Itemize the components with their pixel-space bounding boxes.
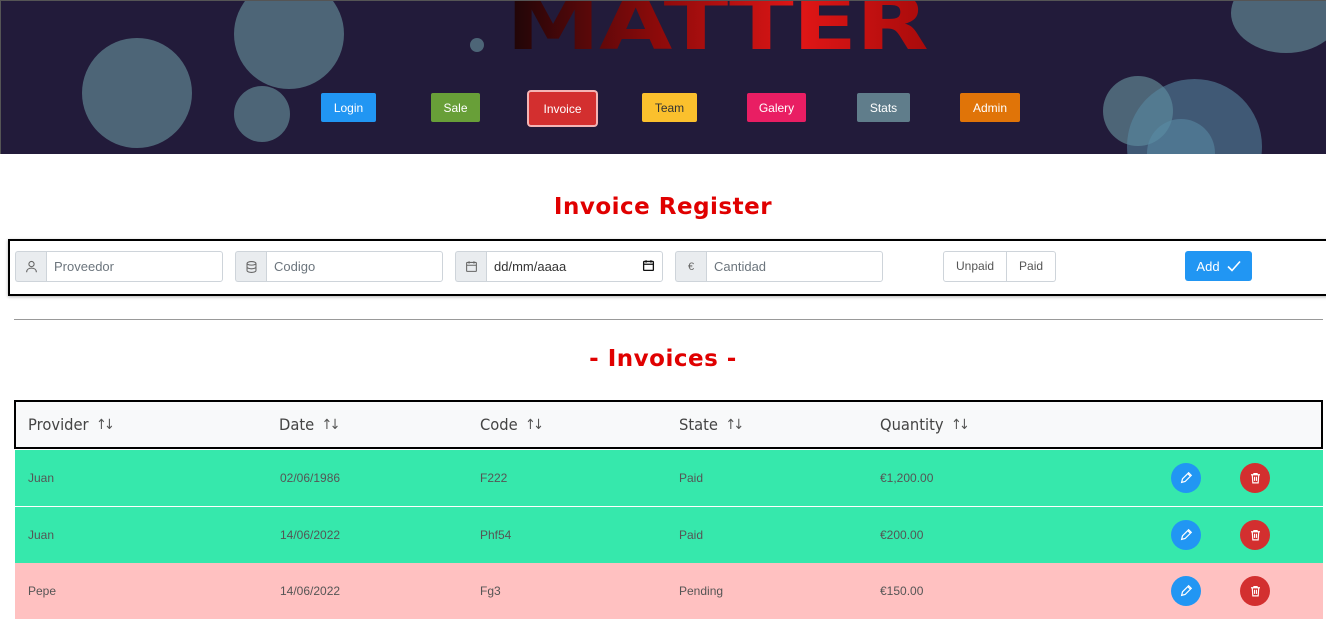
column-header-provider[interactable]: Provider ↑↓ [28,415,115,434]
trash-icon [1250,585,1260,597]
edit-button[interactable] [1171,576,1201,606]
sort-icon[interactable]: ↑↓ [951,417,970,433]
state-option-paid[interactable]: Paid [1007,251,1057,282]
column-label: State [679,415,718,434]
column-header-date[interactable]: Date ↑↓ [279,415,341,434]
nav-sale-button[interactable]: Sale [431,93,480,122]
cell-quantity: €1,200.00 [880,471,934,485]
cell-state: Paid [679,471,704,485]
edit-button[interactable] [1171,463,1201,493]
check-icon [1226,260,1241,272]
nav-team-button[interactable]: Team [642,93,697,122]
table-header: Provider ↑↓ Date ↑↓ Code ↑↓ State ↑↓ Quantit… [14,400,1323,449]
sort-icon[interactable]: ↑↓ [96,417,115,433]
cell-date: 02/06/1986 [280,471,341,485]
decor-bubble [234,1,344,89]
pencil-icon [1180,584,1193,597]
column-label: Code [480,415,518,434]
cell-date: 14/06/2022 [280,584,341,598]
table-row: Pepe 14/06/2022 Fg3 Pending €150.00 [15,563,1323,620]
cell-state: Paid [679,528,704,542]
delete-button[interactable] [1240,576,1270,606]
quantity-input[interactable] [706,251,883,282]
add-invoice-button[interactable]: Add [1185,251,1252,281]
trash-icon [1250,529,1260,541]
calendar-picker-icon[interactable] [642,259,655,275]
calendar-icon [455,251,486,282]
cell-state: Pending [679,584,724,598]
nav-invoice-button[interactable]: Invoice [529,92,596,125]
state-option-unpaid[interactable]: Unpaid [943,251,1008,282]
trash-icon [1250,472,1260,484]
invoices-title: - Invoices - [589,346,737,372]
sort-icon[interactable]: ↑↓ [525,417,544,433]
pencil-icon [1180,471,1193,484]
quantity-input-group: € [675,251,883,282]
nav-login-button[interactable]: Login [321,93,376,122]
app-header: MATTER Login Sale Invoice Team Galery St… [0,0,1326,154]
provider-input[interactable] [46,251,223,282]
edit-button[interactable] [1171,520,1201,550]
cell-provider: Juan [28,471,55,485]
cell-quantity: €150.00 [880,584,924,598]
table-row: Juan 02/06/1986 F222 Paid €1,200.00 [15,450,1323,507]
sort-icon[interactable]: ↑↓ [725,417,744,433]
column-label: Quantity [880,415,944,434]
delete-button[interactable] [1240,463,1270,493]
code-input-group [235,251,443,282]
delete-button[interactable] [1240,520,1270,550]
decor-bubble [470,38,484,52]
date-input-group: dd/mm/aaaa [455,251,663,282]
date-input-value: dd/mm/aaaa [494,259,567,274]
add-button-label: Add [1196,258,1220,274]
sort-icon[interactable]: ↑↓ [322,417,341,433]
date-input[interactable]: dd/mm/aaaa [486,251,663,282]
state-selector: Unpaid Paid [943,251,1057,282]
nav-stats-button[interactable]: Stats [857,93,910,122]
cell-provider: Pepe [28,584,57,598]
section-divider [14,319,1323,320]
cell-date: 14/06/2022 [280,528,341,542]
user-icon [15,251,46,282]
nav-galery-button[interactable]: Galery [747,93,806,122]
invoice-register-title: Invoice Register [553,194,773,220]
euro-icon: € [675,251,706,282]
database-icon [235,251,266,282]
pencil-icon [1180,528,1193,541]
nav-admin-button[interactable]: Admin [960,93,1020,122]
app-logo: MATTER [506,1,929,61]
provider-input-group [15,251,223,282]
cell-code: Fg3 [480,584,501,598]
column-header-state[interactable]: State ↑↓ [679,415,744,434]
cell-provider: Juan [28,528,55,542]
invoice-register-form: dd/mm/aaaa € Unpaid Paid Add [8,239,1326,296]
decor-bubble [1231,1,1326,53]
decor-bubble [234,86,290,142]
decor-bubble [82,38,192,148]
column-header-quantity[interactable]: Quantity ↑↓ [880,415,970,434]
column-label: Date [279,415,315,434]
cell-code: F222 [480,471,508,485]
table-row: Juan 14/06/2022 Phf54 Paid €200.00 [15,507,1323,564]
code-input[interactable] [266,251,443,282]
cell-quantity: €200.00 [880,528,924,542]
cell-code: Phf54 [480,528,512,542]
column-label: Provider [28,415,89,434]
column-header-code[interactable]: Code ↑↓ [480,415,544,434]
